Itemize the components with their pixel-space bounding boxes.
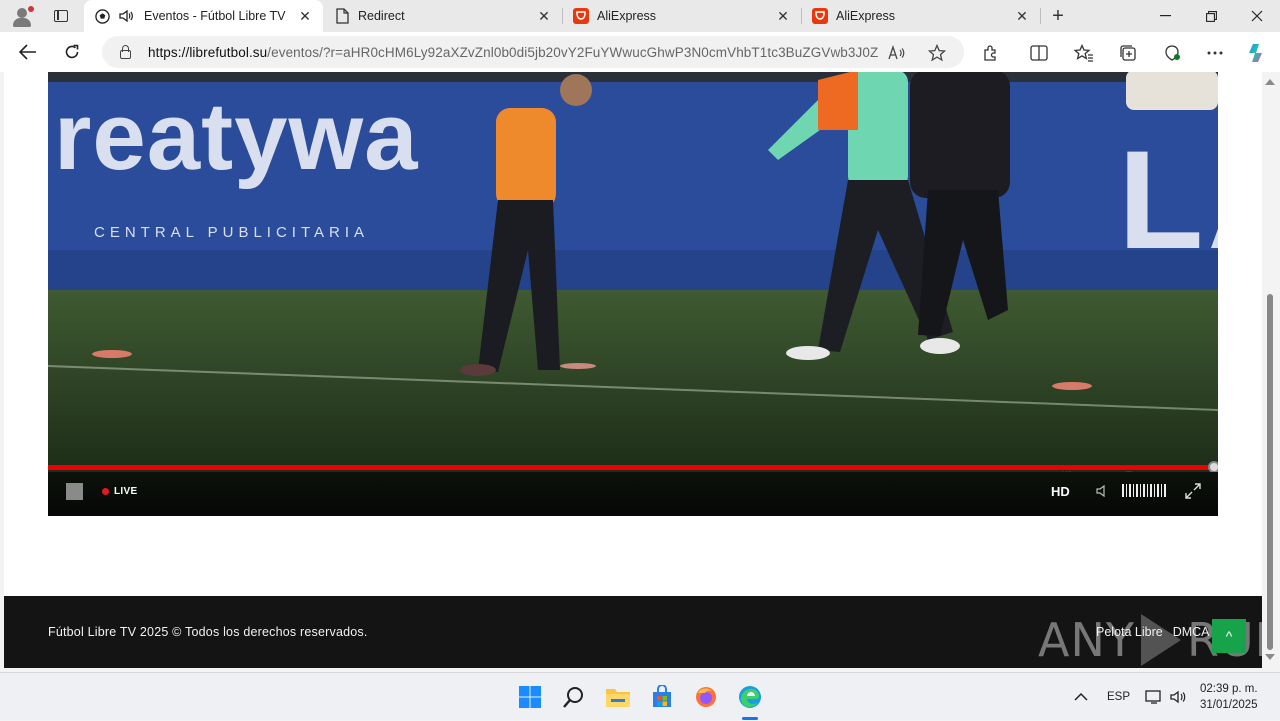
banner-text: reatywa: [54, 83, 419, 190]
aliexpress-icon: [573, 8, 589, 24]
banner-right-text: LAU: [1118, 121, 1218, 278]
file-explorer-icon[interactable]: [602, 681, 634, 713]
read-aloud-icon[interactable]: [888, 44, 906, 62]
watermark-left: ANY: [1038, 613, 1135, 667]
tab-title: AliExpress: [836, 9, 896, 23]
scrollbar-thumb[interactable]: [1267, 294, 1273, 650]
live-dot-icon: [102, 488, 109, 495]
network-icon[interactable]: [1145, 673, 1163, 721]
live-label: LIVE: [114, 486, 138, 497]
edge-icon[interactable]: [734, 681, 766, 713]
url-text[interactable]: https://librefutbol.su/eventos/?r=aHR0cH…: [148, 45, 878, 60]
footer-link-pelota-libre[interactable]: Pelota Libre: [1096, 625, 1163, 639]
tab-close-icon[interactable]: ✕: [1012, 6, 1032, 26]
extensions-icon[interactable]: [980, 42, 1002, 64]
refresh-icon[interactable]: [58, 38, 86, 66]
chevron-up-icon: ^: [1225, 628, 1233, 644]
tab-title: Eventos - Fútbol Libre TV: [144, 9, 286, 23]
search-icon[interactable]: [558, 681, 590, 713]
tab-title: AliExpress: [597, 9, 657, 23]
tab-aliexpress-2[interactable]: AliExpress ✕: [802, 0, 1040, 32]
volume-slider[interactable]: [1122, 484, 1166, 497]
tab-close-icon[interactable]: ✕: [295, 6, 315, 26]
page-icon: [334, 8, 350, 24]
footer-copyright: Fútbol Libre TV 2025 © Todos los derecho…: [48, 625, 368, 639]
page-viewport: reatywa CENTRAL PUBLICITARIA LAU #Legane…: [4, 72, 1262, 668]
split-screen-icon[interactable]: [1028, 42, 1050, 64]
system-clock[interactable]: 02:39 p. m. 31/01/2025: [1200, 681, 1258, 713]
windows-taskbar: ESP 02:39 p. m. 31/01/2025: [0, 672, 1280, 720]
live-indicator: LIVE: [102, 486, 137, 497]
play-logo-icon: [1140, 614, 1181, 666]
tab-strip: Eventos - Fútbol Libre TV ✕ Redirect ✕ A…: [0, 0, 1280, 32]
aliexpress-icon: [812, 8, 828, 24]
favorite-star-icon[interactable]: [928, 44, 946, 62]
copilot-icon[interactable]: [1246, 42, 1268, 64]
player-controls: LIVE HD: [48, 472, 1218, 516]
vertical-scrollbar[interactable]: [1262, 72, 1280, 668]
tab-redirect[interactable]: Redirect ✕: [324, 0, 562, 32]
footer-links: Pelota Libre DMCA: [1096, 625, 1210, 639]
video-player[interactable]: reatywa CENTRAL PUBLICITARIA LAU #Legane…: [48, 72, 1218, 516]
back-to-top-button[interactable]: ^: [1212, 619, 1246, 653]
lock-icon[interactable]: [118, 44, 134, 60]
firefox-icon[interactable]: [690, 681, 722, 713]
browser-toolbar: https://librefutbol.su/eventos/?r=aHR0cH…: [0, 32, 1280, 72]
scroll-down-arrow-icon[interactable]: [1265, 654, 1275, 660]
favorites-icon[interactable]: [1073, 42, 1095, 64]
restore-icon[interactable]: [1188, 0, 1234, 32]
microsoft-store-icon[interactable]: [646, 681, 678, 713]
audio-playing-icon[interactable]: [118, 8, 134, 24]
collections-icon[interactable]: [1117, 42, 1139, 64]
address-bar[interactable]: https://librefutbol.su/eventos/?r=aHR0cH…: [102, 36, 964, 68]
more-menu-icon[interactable]: [1204, 42, 1226, 64]
progress-bar[interactable]: [48, 465, 1218, 470]
clock-time: 02:39 p. m.: [1200, 683, 1258, 695]
tab-title: Redirect: [358, 9, 405, 23]
fullscreen-icon[interactable]: [1185, 483, 1201, 499]
scroll-up-arrow-icon[interactable]: [1265, 79, 1275, 85]
footer-link-dmca[interactable]: DMCA: [1173, 625, 1210, 639]
start-windows-icon[interactable]: [514, 681, 546, 713]
back-arrow-icon[interactable]: [14, 38, 42, 66]
minimize-icon[interactable]: [1142, 0, 1188, 32]
profile-avatar-icon[interactable]: [8, 4, 36, 28]
banner-subtext: CENTRAL PUBLICITARIA: [94, 224, 370, 241]
show-hidden-icons-chevron-icon[interactable]: [1074, 673, 1088, 721]
input-language[interactable]: ESP: [1107, 673, 1130, 721]
tab-close-icon[interactable]: ✕: [773, 6, 793, 26]
clock-date: 31/01/2025: [1200, 699, 1258, 711]
stop-icon[interactable]: [66, 483, 83, 500]
soccer-ball-icon: [94, 8, 110, 24]
hd-quality-button[interactable]: HD: [1051, 484, 1070, 499]
tab-eventos[interactable]: Eventos - Fútbol Libre TV ✕: [84, 0, 323, 32]
tab-actions-icon[interactable]: [48, 4, 74, 28]
close-window-icon[interactable]: [1234, 0, 1280, 32]
new-tab-plus-icon[interactable]: +: [1046, 4, 1070, 28]
site-footer: Fútbol Libre TV 2025 © Todos los derecho…: [4, 596, 1262, 668]
tab-aliexpress-1[interactable]: AliExpress ✕: [563, 0, 801, 32]
tab-separator: [1040, 8, 1041, 24]
volume-icon[interactable]: [1096, 484, 1110, 498]
browser-essentials-icon[interactable]: [1161, 42, 1183, 64]
tab-close-icon[interactable]: ✕: [534, 6, 554, 26]
speaker-icon[interactable]: [1170, 673, 1188, 721]
